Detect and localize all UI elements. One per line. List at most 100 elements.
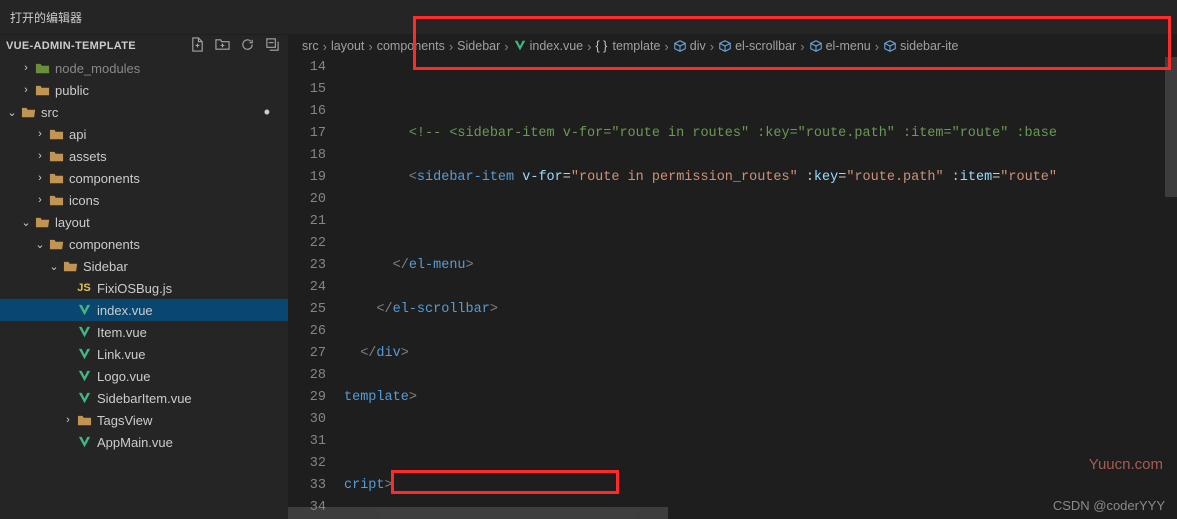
breadcrumb-item[interactable]: el-menu [809,39,871,53]
js-file-icon: JS [76,282,92,294]
code-line: </div> [344,343,1177,365]
cube-icon [809,39,823,53]
tree-label: components [69,171,140,186]
folder-icon [48,149,64,164]
tree-item-public[interactable]: › public [0,79,288,101]
tree-item-logo-vue[interactable]: Logo.vue [0,365,288,387]
chevron-down-icon: ⌄ [20,216,32,229]
explorer-actions [190,37,280,56]
tree-item-icons[interactable]: › icons [0,189,288,211]
tree-label: api [69,127,86,142]
code-line: </el-menu> [344,255,1177,277]
chevron-right-icon: › [20,84,32,96]
folder-icon [34,83,50,98]
tree-item-item-vue[interactable]: Item.vue [0,321,288,343]
tree-item-index-vue[interactable]: index.vue [0,299,288,321]
folder-open-icon [48,237,64,252]
breadcrumb-item[interactable]: div [673,39,706,53]
collapse-all-icon[interactable] [265,37,280,56]
tree-item-sidebaritem-vue[interactable]: SidebarItem.vue [0,387,288,409]
folder-open-icon [20,105,36,120]
main-layout: VUE-ADMIN-TEMPLATE › node_modules › publ… [0,35,1177,519]
tree-item-layout[interactable]: ⌄ layout [0,211,288,233]
code-line [344,79,1177,101]
line-number: 29 [288,387,326,409]
new-file-icon[interactable] [190,37,205,56]
folder-icon [48,171,64,186]
new-folder-icon[interactable] [215,37,230,56]
chevron-right-icon: › [34,194,46,206]
vue-file-icon [76,325,92,340]
tree-item-layout-components[interactable]: ⌄ components [0,233,288,255]
chevron-down-icon: ⌄ [6,106,18,119]
line-number: 20 [288,189,326,211]
code-line: <sidebar-item v-for="route in permission… [344,167,1177,189]
tree-item-tagsview[interactable]: › TagsView [0,409,288,431]
folder-open-icon [34,215,50,230]
breadcrumbs[interactable]: src› layout› components› Sidebar› index.… [288,35,1177,57]
chevron-down-icon: ⌄ [34,238,46,251]
line-number: 15 [288,79,326,101]
tree-label: SidebarItem.vue [97,391,192,406]
folder-icon [34,61,50,76]
tree-item-api[interactable]: › api [0,123,288,145]
breadcrumb-item[interactable]: index.vue [513,39,584,53]
file-tree: › node_modules › public ⌄ src • › api [0,57,288,453]
breadcrumb-item[interactable]: src [302,39,319,53]
line-number: 16 [288,101,326,123]
breadcrumb-item[interactable]: layout [331,39,364,53]
code-line [344,431,1177,453]
breadcrumb-item[interactable]: components [377,39,445,53]
tree-label: Link.vue [97,347,145,362]
code-line: cript> [344,475,1177,497]
chevron-down-icon: ⌄ [48,260,60,273]
vue-file-icon [76,435,92,450]
tree-item-link-vue[interactable]: Link.vue [0,343,288,365]
breadcrumb-item[interactable]: Sidebar [457,39,500,53]
line-number: 21 [288,211,326,233]
breadcrumb-item[interactable]: { }template [595,39,660,53]
line-number: 27 [288,343,326,365]
line-number: 30 [288,409,326,431]
scrollbar-thumb[interactable] [1165,57,1177,197]
tree-item-fixios[interactable]: JS FixiOSBug.js [0,277,288,299]
tree-label: assets [69,149,107,164]
tree-label: components [69,237,140,252]
code-content[interactable]: <!-- <sidebar-item v-for="route in route… [344,57,1177,519]
cube-icon [673,39,687,53]
cube-icon [883,39,897,53]
scrollbar-thumb[interactable] [288,507,668,519]
tree-label: public [55,83,89,98]
tree-item-assets[interactable]: › assets [0,145,288,167]
line-number: 18 [288,145,326,167]
tree-label: AppMain.vue [97,435,173,450]
tree-item-sidebar-folder[interactable]: ⌄ Sidebar [0,255,288,277]
code-line: </el-scrollbar> [344,299,1177,321]
folder-icon [48,127,64,142]
tree-item-appmain-vue[interactable]: AppMain.vue [0,431,288,453]
line-number: 22 [288,233,326,255]
chevron-right-icon: › [34,172,46,184]
line-number: 25 [288,299,326,321]
tree-item-src[interactable]: ⌄ src • [0,101,288,123]
line-number: 31 [288,431,326,453]
line-number: 19 [288,167,326,189]
tree-item-components[interactable]: › components [0,167,288,189]
chevron-right-icon: › [20,62,32,74]
tree-label: node_modules [55,61,140,76]
breadcrumb-item[interactable]: el-scrollbar [718,39,796,53]
open-editors-label: 打开的编辑器 [0,9,92,26]
vertical-scrollbar[interactable] [1165,57,1177,501]
tree-item-node-modules[interactable]: › node_modules [0,57,288,79]
chevron-right-icon: › [62,414,74,426]
line-number: 24 [288,277,326,299]
chevron-right-icon: › [34,128,46,140]
cube-icon [718,39,732,53]
code-editor[interactable]: 14 15 16 17 18 19 20 21 22 23 24 25 26 2… [288,57,1177,519]
tree-label: icons [69,193,99,208]
refresh-icon[interactable] [240,37,255,56]
breadcrumb-item[interactable]: sidebar-ite [883,39,958,53]
vue-file-icon [76,303,92,318]
chevron-right-icon: › [34,150,46,162]
horizontal-scrollbar[interactable] [288,507,1177,519]
